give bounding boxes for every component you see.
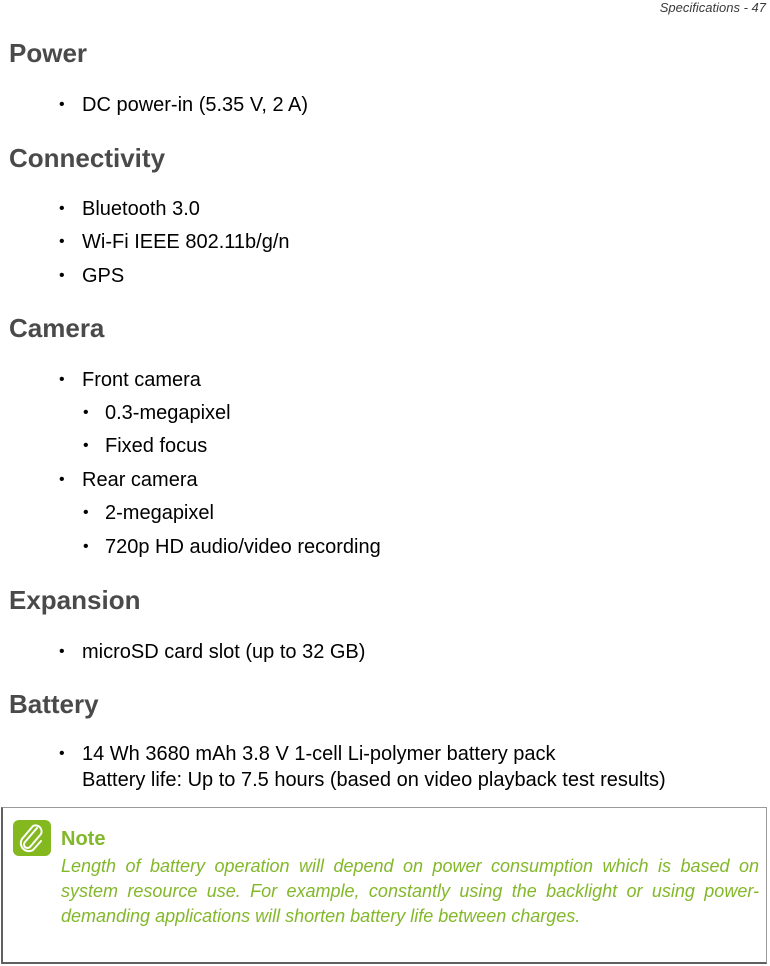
list-item: Wi-Fi IEEE 802.11b/g/n: [82, 231, 290, 253]
list-subitem: 0.3-megapixel: [105, 402, 231, 424]
list-item-battery-life: Battery life: Up to 7.5 hours (based on …: [82, 769, 666, 791]
list-item-battery-pack: 14 Wh 3680 mAh 3.8 V 1-cell Li-polymer b…: [82, 743, 556, 765]
list-item: GPS: [82, 265, 125, 287]
list-subitem: Fixed focus: [105, 435, 208, 457]
note-box: Note Length of battery operation will de…: [1, 807, 767, 964]
bullet: •: [83, 404, 89, 421]
list-item: microSD card slot (up to 32 GB): [82, 641, 366, 663]
bullet: •: [59, 745, 65, 762]
bullet: •: [59, 471, 65, 488]
bullet: •: [59, 643, 65, 660]
list-item: Bluetooth 3.0: [82, 198, 200, 220]
section-title-power: Power: [9, 38, 88, 68]
note-text: Length of battery operation will depend …: [61, 856, 759, 926]
section-title-camera: Camera: [9, 313, 105, 343]
list-subitem: 720p HD audio/video recording: [105, 536, 381, 558]
paperclip-icon: [13, 820, 51, 856]
list-item-front-camera: Front camera: [82, 369, 201, 391]
bullet: •: [59, 96, 65, 113]
note-title: Note: [61, 828, 106, 850]
bullet: •: [59, 371, 65, 388]
bullet: •: [59, 233, 65, 250]
bullet: •: [83, 538, 89, 555]
page-header: Specifications - 47: [659, 0, 766, 15]
list-item-rear-camera: Rear camera: [82, 469, 198, 491]
list-subitem: 2-megapixel: [105, 502, 214, 524]
bullet: •: [83, 504, 89, 521]
section-title-connectivity: Connectivity: [9, 143, 166, 173]
bullet: •: [83, 437, 89, 454]
list-item: DC power-in (5.35 V, 2 A): [82, 94, 309, 116]
section-title-battery: Battery: [9, 689, 99, 719]
bullet: •: [59, 267, 65, 284]
section-title-expansion: Expansion: [9, 585, 141, 615]
bullet: •: [59, 200, 65, 217]
